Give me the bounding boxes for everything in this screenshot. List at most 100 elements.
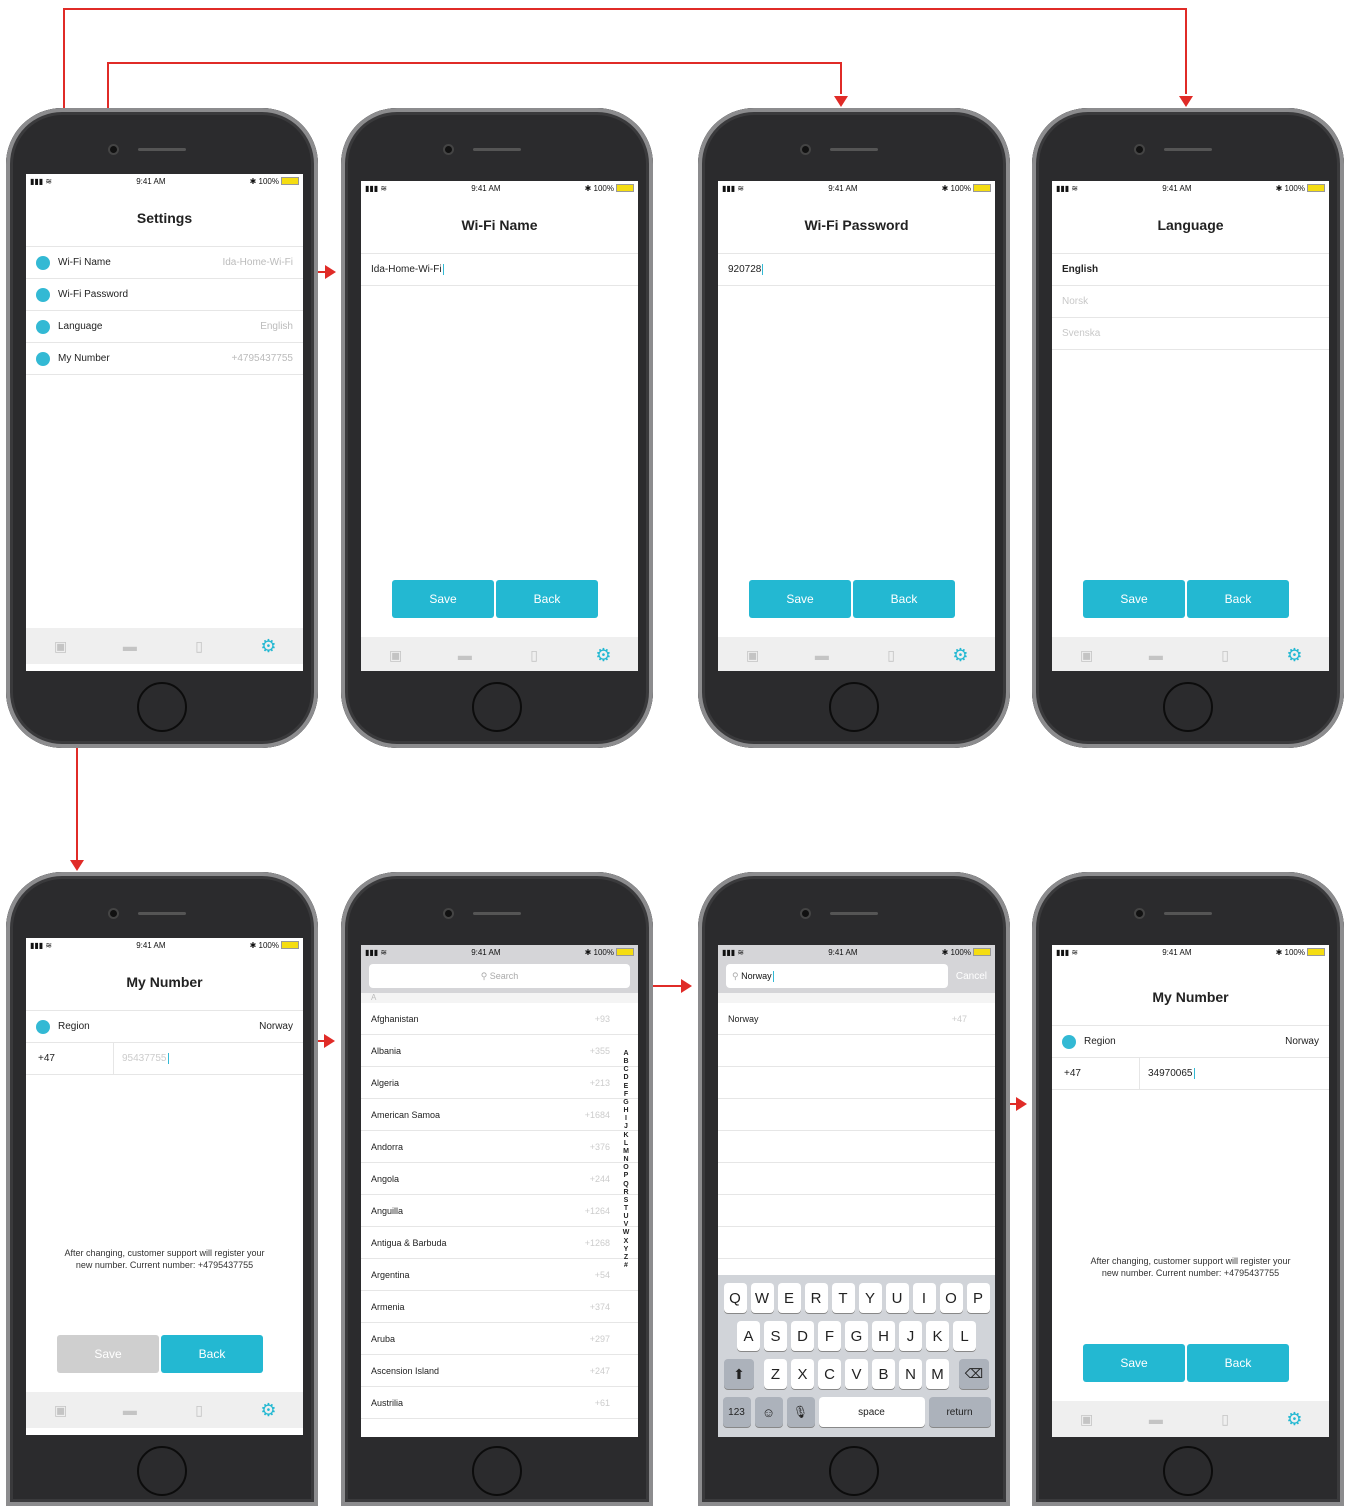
alphabet-letter[interactable]: S [622, 1197, 630, 1205]
key-x[interactable]: X [791, 1359, 814, 1389]
phone-number-input[interactable]: 95437755 [114, 1052, 169, 1064]
save-button[interactable]: Save [749, 580, 851, 618]
robot-icon[interactable]: ▣ [53, 1402, 69, 1418]
home-button[interactable] [1163, 1446, 1213, 1496]
key-w[interactable]: W [750, 1283, 774, 1313]
language-option-english[interactable]: English [1052, 253, 1329, 285]
key-l[interactable]: L [953, 1321, 976, 1351]
gear-icon[interactable]: ⚙ [595, 645, 611, 665]
phone-icon[interactable]: ▯ [191, 1402, 207, 1418]
alphabet-letter[interactable]: B [622, 1058, 630, 1066]
alphabet-letter[interactable]: W [622, 1229, 630, 1237]
home-button[interactable] [137, 682, 187, 732]
save-button[interactable]: Save [1083, 1344, 1185, 1382]
list-item[interactable]: Argentina +54 [361, 1259, 638, 1291]
wifi-name-input[interactable]: Ida-Home-Wi-Fi [361, 253, 638, 286]
home-button[interactable] [829, 682, 879, 732]
search-input[interactable]: ⚲ Search [369, 964, 630, 988]
alphabet-letter[interactable]: R [622, 1189, 630, 1197]
alphabet-letter[interactable]: Y [622, 1246, 630, 1254]
list-item[interactable]: Afghanistan +93 [361, 1003, 638, 1035]
phone-number-input[interactable]: 34970065 [1140, 1067, 1195, 1079]
alphabet-index[interactable]: A B C D E F G H I J K L M N O P Q R S T U V W X Y Z # [622, 1050, 630, 1270]
robot-icon[interactable]: ▣ [53, 638, 69, 654]
list-item[interactable]: Anguilla +1264 [361, 1195, 638, 1227]
alphabet-letter[interactable]: X [622, 1238, 630, 1246]
microphone-icon[interactable]: 🎙 [786, 1397, 815, 1427]
alphabet-letter[interactable]: I [622, 1115, 630, 1123]
router-icon[interactable]: ▬ [1148, 647, 1164, 663]
gear-icon[interactable]: ⚙ [1286, 1409, 1302, 1429]
key-h[interactable]: H [872, 1321, 895, 1351]
key-e[interactable]: E [777, 1283, 801, 1313]
save-button[interactable]: Save [57, 1335, 159, 1373]
phone-icon[interactable]: ▯ [1217, 1411, 1233, 1427]
gear-icon[interactable]: ⚙ [260, 1400, 276, 1420]
region-selector[interactable]: Region Norway [1052, 1025, 1329, 1057]
robot-icon[interactable]: ▣ [388, 647, 404, 663]
alphabet-letter[interactable]: Q [622, 1181, 630, 1189]
router-icon[interactable]: ▬ [457, 647, 473, 663]
alphabet-letter[interactable]: O [622, 1164, 630, 1172]
key-v[interactable]: V [845, 1359, 868, 1389]
key-u[interactable]: U [885, 1283, 909, 1313]
list-item[interactable]: Aruba +297 [361, 1323, 638, 1355]
language-option-norsk[interactable]: Norsk [1052, 285, 1329, 317]
wifi-password-input[interactable]: 920728 [718, 253, 995, 286]
key-z[interactable]: Z [764, 1359, 787, 1389]
home-button[interactable] [137, 1446, 187, 1496]
router-icon[interactable]: ▬ [122, 1402, 138, 1418]
alphabet-letter[interactable]: H [622, 1107, 630, 1115]
list-item[interactable]: Austrilia +61 [361, 1387, 638, 1419]
alphabet-letter[interactable]: U [622, 1213, 630, 1221]
list-item[interactable]: Ascension Island +247 [361, 1355, 638, 1387]
language-option-svenska[interactable]: Svenska [1052, 317, 1329, 350]
key-q[interactable]: Q [723, 1283, 747, 1313]
phone-icon[interactable]: ▯ [1217, 647, 1233, 663]
save-button[interactable]: Save [392, 580, 494, 618]
alphabet-letter[interactable]: N [622, 1156, 630, 1164]
key-g[interactable]: G [845, 1321, 868, 1351]
alphabet-letter[interactable]: T [622, 1205, 630, 1213]
settings-item-my-number[interactable]: My Number +4795437755 [26, 342, 303, 375]
alphabet-letter[interactable]: A [622, 1050, 630, 1058]
key-b[interactable]: B [872, 1359, 895, 1389]
cancel-button[interactable]: Cancel [956, 971, 987, 982]
phone-icon[interactable]: ▯ [526, 647, 542, 663]
numbers-key[interactable]: 123 [722, 1397, 751, 1427]
key-r[interactable]: R [804, 1283, 828, 1313]
list-item[interactable]: American Samoa +1684 [361, 1099, 638, 1131]
robot-icon[interactable]: ▣ [1079, 1411, 1095, 1427]
key-i[interactable]: I [912, 1283, 936, 1313]
home-button[interactable] [472, 1446, 522, 1496]
key-a[interactable]: A [737, 1321, 760, 1351]
emoji-key[interactable]: ☺ [754, 1397, 783, 1427]
region-selector[interactable]: Region Norway [26, 1010, 303, 1042]
alphabet-letter[interactable]: P [622, 1172, 630, 1180]
settings-item-wifi-password[interactable]: Wi-Fi Password [26, 278, 303, 310]
alphabet-letter[interactable]: Z [622, 1254, 630, 1262]
return-key[interactable]: return [928, 1397, 991, 1427]
list-item[interactable]: Norway +47 [718, 1003, 995, 1035]
key-o[interactable]: O [939, 1283, 963, 1313]
key-d[interactable]: D [791, 1321, 814, 1351]
key-n[interactable]: N [899, 1359, 922, 1389]
alphabet-letter[interactable]: M [622, 1148, 630, 1156]
back-button[interactable]: Back [161, 1335, 263, 1373]
alphabet-letter[interactable]: V [622, 1221, 630, 1229]
alphabet-letter[interactable]: F [622, 1091, 630, 1099]
list-item[interactable]: Antigua & Barbuda +1268 [361, 1227, 638, 1259]
alphabet-letter[interactable]: G [622, 1099, 630, 1107]
key-y[interactable]: Y [858, 1283, 882, 1313]
phone-icon[interactable]: ▯ [883, 647, 899, 663]
phone-icon[interactable]: ▯ [191, 638, 207, 654]
gear-icon[interactable]: ⚙ [1286, 645, 1302, 665]
alphabet-letter[interactable]: D [622, 1074, 630, 1082]
robot-icon[interactable]: ▣ [745, 647, 761, 663]
alphabet-letter[interactable]: E [622, 1083, 630, 1091]
list-item[interactable]: Algeria +213 [361, 1067, 638, 1099]
backspace-key[interactable]: ⌫ [959, 1359, 989, 1389]
settings-item-wifi-name[interactable]: Wi-Fi Name Ida-Home-Wi-Fi [26, 246, 303, 278]
key-p[interactable]: P [966, 1283, 990, 1313]
key-c[interactable]: C [818, 1359, 841, 1389]
